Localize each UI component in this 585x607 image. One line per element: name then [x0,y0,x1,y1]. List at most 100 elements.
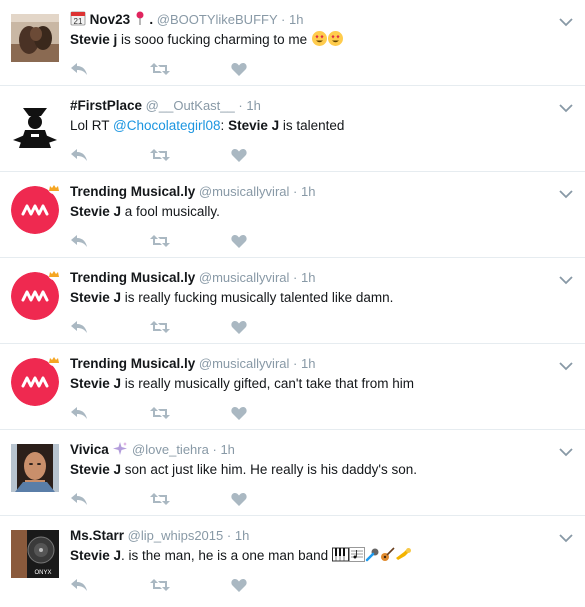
piano-emoji [331,547,349,567]
chevron-down-icon[interactable] [559,186,573,199]
tweet[interactable]: 21 Nov23 . @BOOTYlikeBUFFY · 1h Stevie j… [0,0,585,86]
tweet-header: Trending Musical.ly @musicallyviral · 1h [70,355,555,373]
chevron-down-icon[interactable] [559,14,573,27]
timestamp[interactable]: 1h [301,184,315,199]
avatar[interactable] [11,444,59,492]
crown-icon [48,354,60,366]
tweet-header: 21 Nov23 . @BOOTYlikeBUFFY · 1h [70,11,555,31]
timestamp[interactable]: 1h [235,528,249,543]
heart-eyes-emoji [327,31,343,46]
highlight-term: Stevie J [228,118,280,133]
tweet[interactable]: Trending Musical.ly @musicallyviral · 1h… [0,172,585,258]
highlight-term: Stevie J [70,548,122,563]
like-icon[interactable] [231,492,251,508]
trumpet-emoji [395,547,411,567]
tweet-body: . is the man, he is a one man band [121,548,329,563]
retweet-icon[interactable] [150,148,170,164]
reply-icon[interactable] [70,148,90,164]
tweet[interactable]: Trending Musical.ly @musicallyviral · 1h… [0,258,585,344]
timestamp[interactable]: 1h [289,12,303,27]
tweet-text: Stevie J a fool musically. [70,203,565,221]
user-handle[interactable]: @musicallyviral [199,184,290,199]
tweet-header: Trending Musical.ly @musicallyviral · 1h [70,183,555,201]
user-handle[interactable]: @musicallyviral [199,356,290,371]
highlight-term: Stevie J [70,290,122,305]
retweet-icon[interactable] [150,492,170,508]
chevron-down-icon[interactable] [559,530,573,543]
highlight-term: Stevie j [70,32,118,47]
separator-dot: · [226,528,232,543]
reply-icon[interactable] [70,234,90,250]
user-handle[interactable]: @love_tiehra [132,442,209,457]
like-icon[interactable] [231,406,251,422]
tweet-prefix: Lol RT [70,118,114,133]
retweet-icon[interactable] [150,62,170,78]
guitar-emoji [380,547,395,567]
like-icon[interactable] [231,578,251,594]
tweet-header: Ms.Starr @lip_whips2015 · 1h [70,527,555,545]
tweet-text: Stevie J. is the man, he is a one man ba… [70,547,565,567]
user-handle[interactable]: @BOOTYlikeBUFFY [157,12,278,27]
display-name[interactable]: Nov23 [90,12,131,27]
mention-link[interactable]: @Chocolategirl08 [113,118,221,133]
pushpin-emoji [134,11,146,31]
user-handle[interactable]: @musicallyviral [199,270,290,285]
separator-dot: · [293,270,298,285]
display-name[interactable]: Vivica [70,442,109,457]
like-icon[interactable] [231,320,251,336]
avatar[interactable]: ONYX [11,530,59,578]
tweet[interactable]: Vivica @love_tiehra · 1h Stevie J son ac… [0,430,585,516]
tweet-body: is talented [279,118,345,133]
separator-dot: · [281,12,286,27]
highlight-term: Stevie J [70,376,122,391]
tweet-body: a fool musically. [121,204,220,219]
like-icon[interactable] [231,62,251,78]
reply-icon[interactable] [70,62,90,78]
timestamp[interactable]: 1h [246,98,260,113]
heart-eyes-emoji [311,31,327,46]
tweet-text: Stevie J son act just like him. He reall… [70,461,565,479]
tweet-feed: 21 Nov23 . @BOOTYlikeBUFFY · 1h Stevie j… [0,0,585,602]
tweet-text: Stevie j is sooo fucking charming to me [70,31,565,49]
microphone-emoji [365,547,380,567]
chevron-down-icon[interactable] [559,272,573,285]
like-icon[interactable] [231,234,251,250]
chevron-down-icon[interactable] [559,358,573,371]
timestamp[interactable]: 1h [301,356,315,371]
display-name[interactable]: Trending Musical.ly [70,356,195,371]
tweet-header: #FirstPlace @__OutKast__ · 1h [70,97,555,115]
display-name[interactable]: #FirstPlace [70,98,142,113]
tweet-text: Stevie J is really musically gifted, can… [70,375,565,393]
tweet[interactable]: Trending Musical.ly @musicallyviral · 1h… [0,344,585,430]
timestamp[interactable]: 1h [220,442,234,457]
reply-icon[interactable] [70,406,90,422]
retweet-icon[interactable] [150,234,170,250]
retweet-icon[interactable] [150,320,170,336]
tweet-header: Trending Musical.ly @musicallyviral · 1h [70,269,555,287]
timestamp[interactable]: 1h [301,270,315,285]
tweet[interactable]: ONYX Ms.Starr @lip_whips2015 · 1h Stevie… [0,516,585,602]
highlight-term: Stevie J [70,462,122,477]
display-name[interactable]: Ms.Starr [70,528,124,543]
reply-icon[interactable] [70,578,90,594]
separator-dot: · [293,184,298,199]
separator-dot: · [238,98,243,113]
display-name[interactable]: Trending Musical.ly [70,270,195,285]
svg-text:21: 21 [74,17,83,26]
reply-icon[interactable] [70,492,90,508]
reply-icon[interactable] [70,320,90,336]
chevron-down-icon[interactable] [559,100,573,113]
tweet[interactable]: #FirstPlace @__OutKast__ · 1h Lol RT @Ch… [0,86,585,172]
display-name[interactable]: Trending Musical.ly [70,184,195,199]
user-handle[interactable]: @__OutKast__ [146,98,235,113]
avatar[interactable] [11,100,59,148]
user-handle[interactable]: @lip_whips2015 [128,528,224,543]
retweet-icon[interactable] [150,406,170,422]
chevron-down-icon[interactable] [559,444,573,457]
tweet-header: Vivica @love_tiehra · 1h [70,441,555,461]
sparkles-emoji [112,441,128,461]
like-icon[interactable] [231,148,251,164]
avatar[interactable] [11,14,59,62]
retweet-icon[interactable] [150,578,170,594]
separator-dot: · [212,442,217,457]
